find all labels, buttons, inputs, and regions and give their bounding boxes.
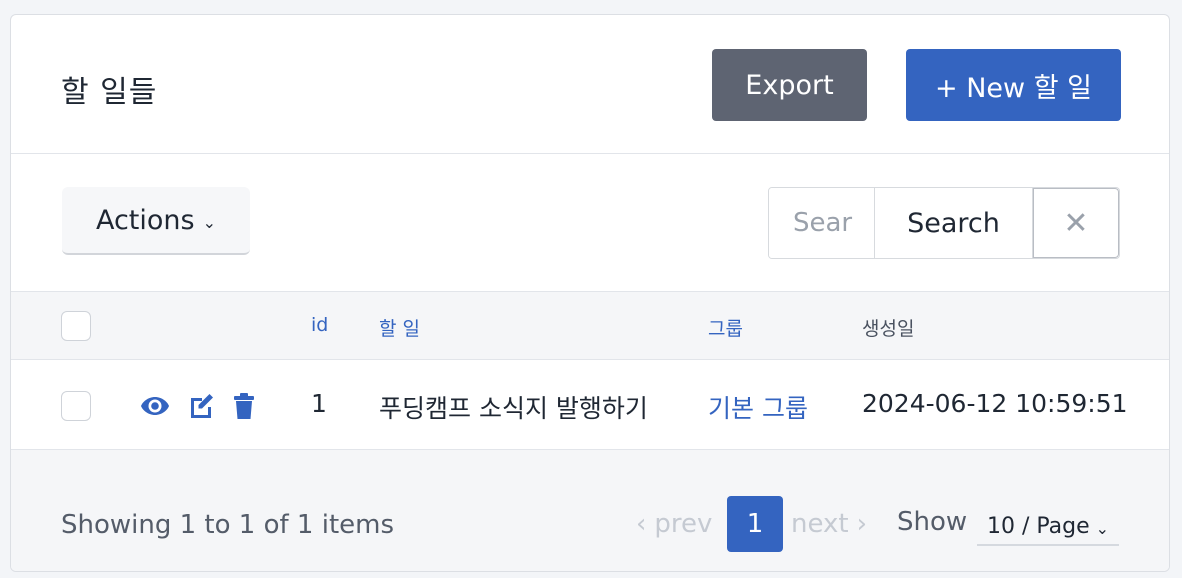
actions-dropdown[interactable]: Actions ⌄	[62, 187, 250, 255]
todos-panel: 할 일들 Export + New 할 일 Actions ⌄ Search ✕…	[10, 14, 1170, 572]
prev-page-button[interactable]: ‹ prev	[636, 496, 712, 552]
close-icon: ✕	[1063, 206, 1089, 240]
search-group: Search ✕	[768, 187, 1120, 259]
cell-id: 1	[311, 389, 327, 418]
page-size-value: 10 / Page	[986, 513, 1090, 539]
new-todo-button[interactable]: + New 할 일	[906, 49, 1121, 121]
cell-todo: 푸딩캠프 소식지 발행하기	[379, 394, 648, 423]
chevron-down-icon: ⌄	[1095, 518, 1110, 538]
next-page-button[interactable]: next ›	[791, 496, 867, 552]
table-row: 1 푸딩캠프 소식지 발행하기 기본 그룹 2024-06-12 10:59:5…	[11, 360, 1169, 450]
toolbar: Actions ⌄ Search ✕	[11, 154, 1169, 292]
column-id[interactable]: id	[311, 314, 328, 336]
show-label: Show	[897, 507, 968, 537]
select-all-checkbox[interactable]	[61, 311, 91, 341]
search-button[interactable]: Search	[875, 188, 1033, 258]
row-checkbox[interactable]	[61, 391, 91, 421]
page-1-button[interactable]: 1	[727, 496, 783, 552]
page-size-select[interactable]: 10 / Page ⌄	[977, 508, 1119, 546]
trash-icon[interactable]	[228, 390, 260, 422]
column-todo[interactable]: 할 일	[379, 314, 420, 341]
chevron-left-icon: ‹	[636, 509, 647, 539]
clear-search-button[interactable]: ✕	[1033, 188, 1119, 258]
cell-group[interactable]: 기본 그룹	[708, 389, 808, 425]
actions-label: Actions	[95, 204, 195, 236]
cell-created: 2024-06-12 10:59:51	[862, 389, 1128, 418]
next-label: next	[791, 509, 849, 539]
panel-header: 할 일들 Export + New 할 일	[11, 15, 1169, 154]
chevron-down-icon: ⌄	[202, 212, 217, 232]
page-title: 할 일들	[61, 75, 158, 110]
table-header: id 할 일 그룹 생성일	[11, 292, 1169, 360]
search-input[interactable]	[769, 188, 875, 258]
column-created: 생성일	[862, 318, 915, 340]
column-group[interactable]: 그룹	[708, 314, 743, 341]
chevron-right-icon: ›	[856, 509, 868, 539]
showing-text: Showing 1 to 1 of 1 items	[61, 510, 395, 540]
table-footer: Showing 1 to 1 of 1 items ‹ prev 1 next …	[11, 450, 1169, 571]
eye-icon[interactable]	[139, 390, 171, 422]
prev-label: prev	[654, 509, 713, 539]
edit-icon[interactable]	[185, 390, 217, 422]
export-button[interactable]: Export	[712, 49, 867, 121]
